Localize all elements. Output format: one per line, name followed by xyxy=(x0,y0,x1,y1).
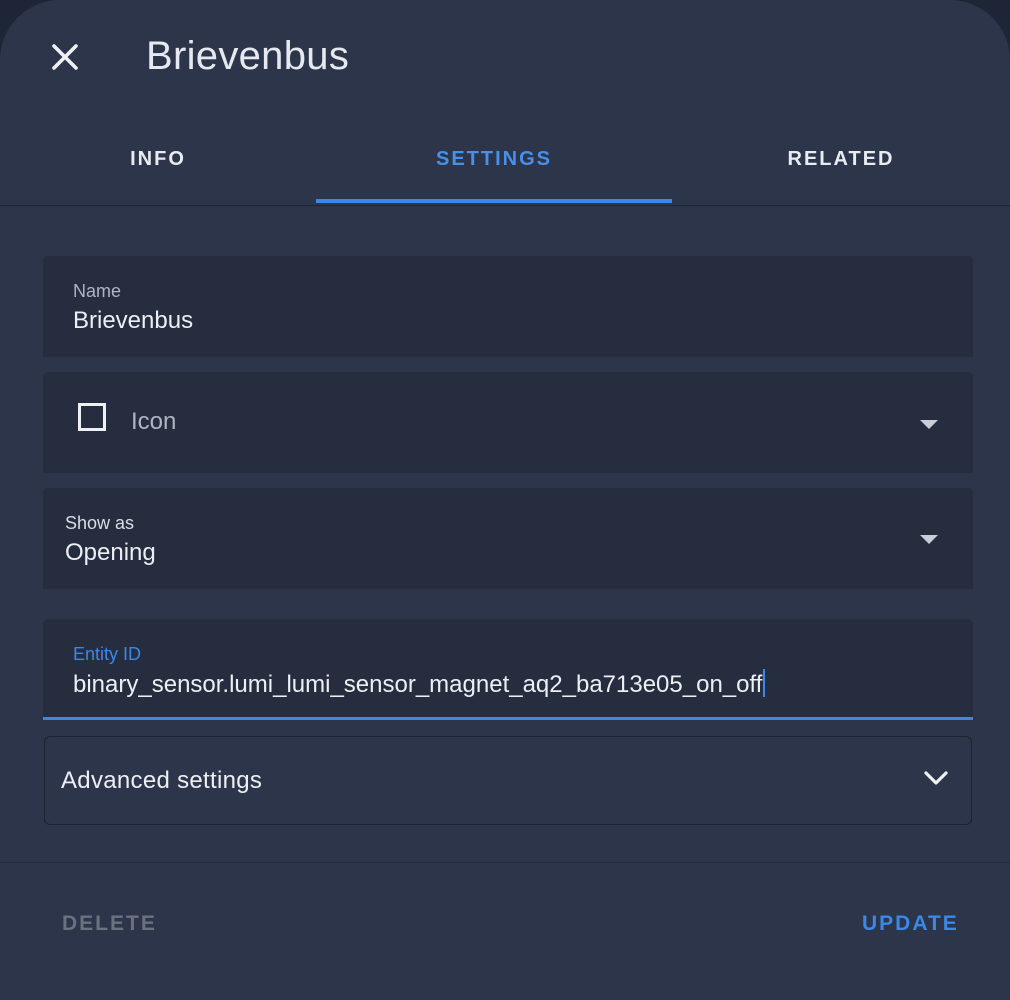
show-as-value: Opening xyxy=(65,539,156,566)
entity-id-field[interactable]: Entity ID binary_sensor.lumi_lumi_sensor… xyxy=(43,619,973,720)
close-icon xyxy=(52,44,78,70)
name-field-value: Brievenbus xyxy=(73,307,194,334)
tab-info[interactable]: INFO xyxy=(0,115,316,203)
name-field[interactable]: Name Brievenbus xyxy=(43,256,973,357)
footer-divider xyxy=(0,862,1010,863)
tab-settings[interactable]: SETTINGS xyxy=(316,115,672,203)
checkbox-outline-icon xyxy=(78,403,106,431)
dropdown-arrow-icon[interactable] xyxy=(920,420,938,429)
advanced-settings-label: Advanced settings xyxy=(61,767,263,794)
tab-related[interactable]: RELATED xyxy=(672,115,1010,203)
dropdown-arrow-icon[interactable] xyxy=(920,535,938,544)
show-as-select[interactable]: Show as Opening xyxy=(43,488,973,589)
close-button[interactable] xyxy=(40,32,90,82)
active-tab-indicator xyxy=(316,199,672,203)
dialog-header: Brievenbus xyxy=(0,0,1010,115)
show-as-label: Show as xyxy=(65,513,135,533)
dialog-title: Brievenbus xyxy=(146,34,350,78)
entity-id-label: Entity ID xyxy=(73,644,142,664)
entity-settings-dialog: Brievenbus INFO SETTINGS RELATED Name Br… xyxy=(0,0,1010,1000)
focused-underline xyxy=(43,717,973,720)
entity-id-input[interactable]: binary_sensor.lumi_lumi_sensor_magnet_aq… xyxy=(73,669,766,699)
icon-picker-label: Icon xyxy=(131,408,177,435)
chevron-down-icon xyxy=(924,771,948,785)
text-cursor xyxy=(763,669,766,697)
tab-bar: INFO SETTINGS RELATED xyxy=(0,115,1010,206)
icon-picker[interactable]: Icon xyxy=(43,372,973,473)
advanced-settings-expander[interactable]: Advanced settings xyxy=(44,736,972,825)
delete-button[interactable]: DELETE xyxy=(62,912,157,936)
update-button[interactable]: UPDATE xyxy=(862,912,959,936)
entity-id-value: binary_sensor.lumi_lumi_sensor_magnet_aq… xyxy=(73,671,763,698)
name-field-label: Name xyxy=(73,281,122,301)
